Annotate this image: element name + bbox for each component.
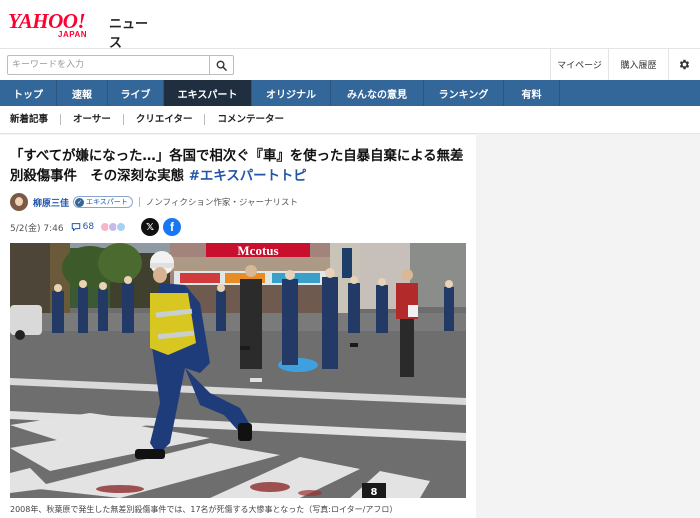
expert-badge: ✓ エキスパート — [73, 196, 133, 208]
subnav-authors[interactable]: オーサー — [60, 114, 123, 125]
facebook-logo-icon: f — [170, 220, 175, 234]
nav-tab-top[interactable]: トップ — [0, 80, 57, 106]
photo-caption: 2008年、秋葉原で発生した無差別殺傷事件では、17名が死傷する大惨事となった（… — [10, 505, 398, 514]
main-nav: トップ 速報 ライブ エキスパート オリジナル みんなの意見 ランキング 有料 — [0, 80, 700, 106]
reaction-new-view-icon — [116, 222, 127, 232]
author-avatar[interactable] — [10, 193, 28, 211]
right-column — [476, 135, 700, 518]
expert-badge-label: エキスパート — [86, 198, 128, 206]
nav-tab-opinions[interactable]: みんなの意見 — [331, 80, 424, 106]
gear-icon — [679, 59, 690, 70]
logo-service-name: ニュース — [109, 17, 149, 51]
nav-tab-ranking[interactable]: ランキング — [424, 80, 504, 106]
nav-tab-live[interactable]: ライブ — [108, 80, 164, 106]
author-name[interactable]: 柳原三佳 — [33, 196, 69, 209]
purchase-history-link[interactable]: 購入履歴 — [608, 49, 668, 80]
meta-row: 5/2(金) 7:46 68 𝕏 f — [10, 218, 466, 236]
comment-count: 68 — [82, 222, 95, 232]
settings-button[interactable] — [668, 49, 700, 80]
top-header: YAHOO! JAPAN ニュース — [0, 0, 700, 51]
expert-topic-hashtag[interactable]: #エキスパートトピ — [189, 169, 307, 184]
photo-corner-label: 8 — [371, 487, 378, 498]
search-button[interactable] — [209, 56, 233, 74]
reactions[interactable] — [100, 222, 127, 232]
mypage-link[interactable]: マイページ — [550, 49, 608, 80]
subnav-creators[interactable]: クリエイター — [122, 114, 205, 125]
logo-japan-text: JAPAN — [58, 30, 88, 39]
author-title: ノンフィクション作家・ジャーナリスト — [145, 198, 298, 208]
nav-tab-breaking[interactable]: 速報 — [57, 80, 108, 106]
author-row: 柳原三佳 ✓ エキスパート ノンフィクション作家・ジャーナリスト — [10, 192, 466, 212]
yahoo-news-logo[interactable]: YAHOO! JAPAN ニュース — [8, 9, 158, 51]
comments-link[interactable]: 68 — [71, 222, 94, 232]
nav-tab-expert[interactable]: エキスパート — [164, 80, 252, 106]
search-input[interactable] — [8, 56, 210, 74]
nav-tab-original[interactable]: オリジナル — [252, 80, 331, 106]
store-sign-text: Mcotus — [237, 243, 278, 258]
search-row: マイページ 購入履歴 — [0, 48, 700, 80]
subnav-commentators[interactable]: コメンテーター — [204, 114, 296, 125]
article-title: 「すべてが嫌になった…」各国で相次ぐ『車』を使った自暴自棄による無差別殺傷事件 … — [10, 147, 466, 187]
article-photo[interactable]: Mcotus 8 — [10, 243, 466, 498]
publish-datetime: 5/2(金) 7:46 — [10, 223, 64, 234]
comment-bubble-icon — [71, 223, 80, 231]
search-box — [7, 55, 234, 75]
nav-tab-paid[interactable]: 有料 — [504, 80, 560, 106]
expert-check-icon: ✓ — [75, 197, 85, 207]
divider — [138, 197, 140, 207]
magnifier-icon — [216, 60, 227, 71]
share-x-button[interactable]: 𝕏 — [141, 218, 160, 236]
article-card: 「すべてが嫌になった…」各国で相次ぐ『車』を使った自暴自棄による無差別殺傷事件 … — [0, 135, 476, 518]
share-facebook-button[interactable]: f — [163, 218, 182, 236]
sub-nav: 新着記事 オーサー クリエイター コメンテーター — [0, 106, 700, 134]
subnav-latest[interactable]: 新着記事 — [10, 114, 60, 125]
x-logo-icon: 𝕏 — [146, 221, 155, 233]
crime-scene-photo-illustration: Mcotus 8 — [10, 243, 466, 498]
